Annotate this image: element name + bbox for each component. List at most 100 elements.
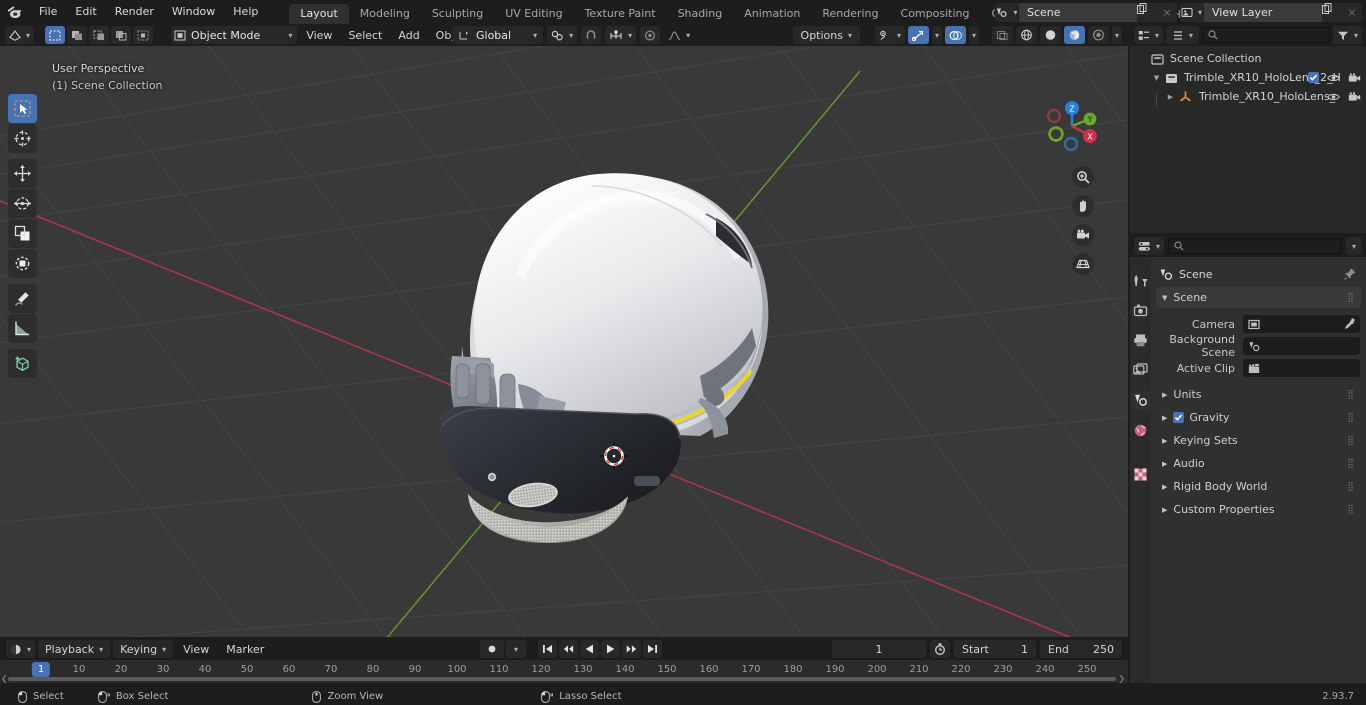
disable-in-renders-camera-icon[interactable] [1348, 91, 1361, 102]
timeline-horizontal-scrollbar[interactable] [8, 677, 1116, 681]
drag-dots[interactable]: ⣿ [1347, 436, 1355, 446]
workspace-tab-compositing[interactable]: Compositing [890, 4, 981, 24]
disable-in-renders-camera-icon[interactable] [1348, 72, 1361, 83]
xray-toggle[interactable] [991, 26, 1013, 44]
workspace-tab-uv-editing[interactable]: UV Editing [494, 4, 573, 24]
scene-name[interactable]: Scene [1019, 3, 1137, 22]
object-type-visibility-icon[interactable]: ▾ [874, 26, 905, 44]
timeline-menu-playback[interactable]: Playback ▾ [38, 640, 111, 658]
hide-in-viewport-eye-icon[interactable] [1327, 92, 1340, 102]
view-layer-selector[interactable]: ▾ View Layer × [1180, 3, 1362, 22]
editor-type-icon[interactable]: ▾ [5, 26, 35, 44]
timeline-menu-keying[interactable]: Keying ▾ [113, 640, 174, 658]
tool-move[interactable] [8, 159, 37, 188]
remove-view-layer-button[interactable]: × [1342, 3, 1362, 22]
tool-cursor[interactable] [8, 124, 37, 153]
tool-measure[interactable] [8, 314, 37, 343]
shading-solid-button[interactable] [1039, 26, 1061, 44]
jump-to-end-button[interactable] [643, 640, 662, 658]
gizmo-toggle[interactable] [907, 26, 929, 44]
outliner-row-collection-trimble[interactable]: ▼ Trimble_XR10_HoloLens_2_H [1130, 68, 1366, 87]
menu-help[interactable]: Help [224, 3, 267, 21]
timeline-editor-type-icon[interactable]: ▾ [6, 640, 36, 658]
3d-viewport[interactable]: ▾ Object Mode ▾ View Select Add Global ▾… [0, 24, 1128, 637]
workspace-tab-texture-paint[interactable]: Texture Paint [574, 4, 667, 24]
timeline-menu-view[interactable]: View [176, 640, 216, 658]
new-scene-button[interactable] [1137, 3, 1157, 22]
outliner-row-object-trimble[interactable]: ▶ Trimble_XR10_HoloLens_ [1130, 87, 1366, 106]
navigation-gizmo[interactable]: Z Y X [1040, 94, 1104, 158]
drag-dots[interactable]: ⣿ [1347, 482, 1355, 492]
viewport-menu-select[interactable]: Select [341, 26, 389, 44]
shading-wireframe-button[interactable] [1015, 26, 1037, 44]
eyedropper-icon[interactable] [1343, 318, 1355, 330]
timeline-ruler[interactable]: 1 10 20 30 40 50 60 70 80 90 100 110 120… [0, 660, 1128, 683]
select-mode-invert-icon[interactable] [111, 26, 132, 44]
frame-end-field[interactable]: End 250 [1040, 640, 1122, 658]
shading-material-preview-button[interactable] [1063, 26, 1085, 44]
hide-in-viewport-eye-icon[interactable] [1327, 73, 1340, 83]
transform-pivot-point-selector[interactable]: ▾ [547, 26, 578, 44]
tool-annotate[interactable] [8, 284, 37, 313]
workspace-tab-rendering[interactable]: Rendering [811, 4, 889, 24]
view-layer-name[interactable]: View Layer [1204, 3, 1322, 22]
menu-edit[interactable]: Edit [66, 3, 105, 21]
outliner-row-scene-collection[interactable]: Scene Collection [1130, 49, 1366, 68]
properties-tab-world[interactable] [1131, 421, 1150, 440]
gravity-checkbox[interactable] [1173, 412, 1185, 423]
timeline-playhead[interactable]: 1 [31, 662, 51, 677]
play-reverse-button[interactable] [580, 640, 599, 658]
camera-field[interactable] [1243, 315, 1360, 333]
outliner-search-input[interactable] [1202, 27, 1330, 43]
viewport-canvas[interactable]: User Perspective (1) Scene Collection Z … [0, 46, 1128, 637]
unlink-scene-button[interactable]: × [1157, 3, 1177, 22]
shading-rendered-button[interactable] [1087, 26, 1109, 44]
zoom-icon[interactable] [1072, 166, 1094, 188]
jump-to-start-button[interactable] [538, 640, 557, 658]
panel-header-units[interactable]: ▶ Units ⣿ [1156, 384, 1361, 405]
overlays-options-dropdown[interactable]: ▾ [968, 26, 979, 44]
properties-search-input[interactable] [1168, 238, 1342, 254]
panel-header-keying-sets[interactable]: ▶ Keying Sets ⣿ [1156, 430, 1361, 451]
properties-tab-render[interactable] [1131, 301, 1150, 320]
blender-logo-icon[interactable] [4, 3, 26, 21]
viewport-menu-add[interactable]: Add [391, 26, 426, 44]
transform-orientation-selector[interactable]: Global ▾ [452, 26, 544, 44]
viewport-menu-view[interactable]: View [299, 26, 339, 44]
properties-editor[interactable]: ▾ ▾ Scene ▼ Scene ⣿ Camera Background Sc… [1130, 235, 1366, 683]
proportional-edit-icon[interactable] [640, 26, 661, 44]
auto-keying-record-icon[interactable] [480, 640, 504, 658]
properties-tab-texture[interactable] [1131, 465, 1150, 484]
frame-start-field[interactable]: Start 1 [954, 640, 1036, 658]
drag-dots[interactable]: ⣿ [1347, 459, 1355, 469]
panel-header-scene[interactable]: ▼ Scene ⣿ [1156, 287, 1361, 308]
viewport-options-button[interactable]: Options ▾ [792, 26, 860, 44]
properties-filter-dropdown[interactable]: ▾ [1345, 237, 1362, 255]
properties-tab-scene[interactable] [1131, 391, 1150, 410]
tool-transform[interactable] [8, 249, 37, 278]
outliner-editor[interactable]: ▾ ▾ ▾ Scene Collection ▼ Trimble_XR10_Ho… [1130, 24, 1366, 233]
outliner-filter-icon[interactable]: ▾ [1332, 26, 1362, 44]
select-mode-extend-icon[interactable] [67, 26, 88, 44]
drag-dots[interactable]: ⣿ [1347, 390, 1355, 400]
tool-rotate[interactable] [8, 189, 37, 218]
outliner-editor-type-icon[interactable]: ▾ [1134, 26, 1164, 44]
snap-target-selector[interactable]: ▾ [605, 26, 637, 44]
menu-render[interactable]: Render [106, 3, 163, 21]
workspace-tab-animation[interactable]: Animation [733, 4, 811, 24]
object-mode-selector[interactable]: Object Mode ▾ [171, 26, 298, 44]
scene-selector[interactable]: ▾ Scene × [995, 3, 1177, 22]
pin-icon[interactable] [1344, 268, 1356, 280]
workspace-tab-sculpting[interactable]: Sculpting [421, 4, 494, 24]
outliner-display-mode-dropdown[interactable]: ▾ [1166, 26, 1200, 44]
timeline-editor[interactable]: ▾ Playback ▾ Keying ▾ View Marker ▾ 1 St… [0, 638, 1128, 683]
current-frame-field[interactable]: 1 [832, 640, 926, 658]
gizmo-options-dropdown[interactable]: ▾ [931, 26, 942, 44]
properties-tab-output[interactable] [1131, 331, 1150, 350]
panel-header-rigid-body-world[interactable]: ▶ Rigid Body World ⣿ [1156, 476, 1361, 497]
exclude-checkbox[interactable] [1308, 72, 1319, 83]
jump-prev-keyframe-button[interactable] [559, 640, 578, 658]
auto-keying-dropdown[interactable]: ▾ [506, 640, 526, 658]
drag-dots[interactable]: ⣿ [1347, 293, 1355, 303]
shading-options-dropdown[interactable]: ▾ [1111, 26, 1122, 44]
